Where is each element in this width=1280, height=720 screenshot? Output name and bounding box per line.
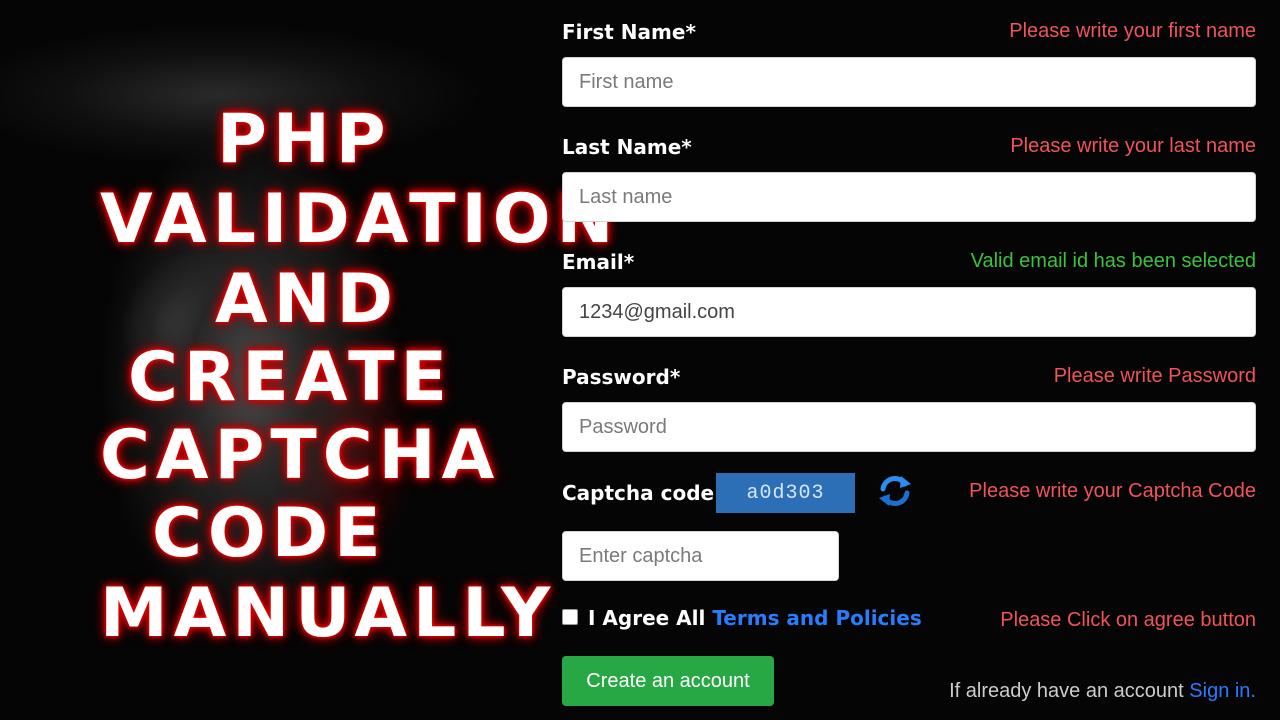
password-error: Please write Password	[1053, 365, 1256, 387]
agree-text: I Agree All	[588, 606, 706, 630]
last-name-input[interactable]: Last name	[562, 172, 1256, 222]
title-line-1: PHP	[217, 100, 392, 179]
last-name-label: Last Name*	[562, 135, 692, 159]
captcha-code: a0d303	[716, 473, 855, 513]
email-label: Email*	[562, 250, 635, 274]
title-line-2: VALIDATION	[100, 180, 620, 259]
first-name-label: First Name*	[562, 20, 696, 44]
agree-label: I Agree All Terms and Policies	[588, 606, 922, 630]
title-line-5: CAPTCHA	[100, 416, 501, 495]
signin-prompt: If already have an account Sign in.	[949, 680, 1256, 703]
title-line-7: MANUALLY	[100, 574, 557, 653]
refresh-icon[interactable]	[877, 473, 913, 509]
create-account-button[interactable]: Create an account	[562, 656, 774, 706]
registration-form: First Name* Please write your first name…	[562, 0, 1256, 720]
title-line-4: CREATE	[128, 338, 453, 417]
captcha-error: Please write your Captcha Code	[969, 480, 1256, 502]
email-success: Valid email id has been selected	[970, 250, 1256, 272]
terms-link[interactable]: Terms and Policies	[712, 606, 921, 630]
email-input[interactable]: 1234@gmail.com	[562, 287, 1256, 337]
password-label: Password*	[562, 365, 681, 389]
password-input[interactable]: Password	[562, 402, 1256, 452]
agree-checkbox[interactable]	[562, 609, 578, 625]
captcha-label: Captcha code	[562, 481, 715, 505]
title-line-3: AND	[215, 260, 399, 339]
captcha-input[interactable]: Enter captcha	[562, 531, 839, 581]
signin-link[interactable]: Sign in.	[1189, 680, 1256, 702]
agree-error: Please Click on agree button	[1000, 609, 1256, 631]
first-name-error: Please write your first name	[1009, 20, 1256, 42]
last-name-error: Please write your last name	[1010, 135, 1256, 157]
title-line-6: CODE	[152, 494, 387, 573]
signin-text: If already have an account	[949, 680, 1184, 702]
first-name-input[interactable]: First name	[562, 57, 1256, 107]
